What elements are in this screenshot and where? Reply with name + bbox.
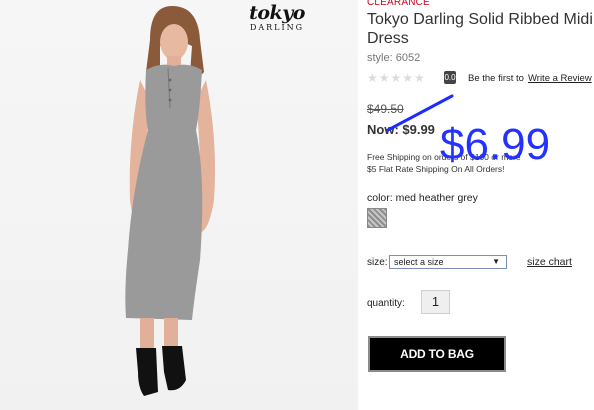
product-title: Tokyo Darling Solid Ribbed Midi Dress <box>367 11 593 47</box>
size-label: size: <box>367 257 388 268</box>
chevron-down-icon: ▼ <box>492 257 500 266</box>
rating-prompt: Be the first to Write a Review <box>468 73 592 84</box>
now-price: Now: $9.99 <box>367 122 435 137</box>
add-to-bag-button[interactable]: ADD TO BAG <box>368 336 506 372</box>
original-price: $49.50 <box>367 102 404 116</box>
write-review-link[interactable]: Write a Review <box>528 73 592 84</box>
color-label: color: med heather grey <box>367 192 478 204</box>
style-number: style: 6052 <box>367 52 421 64</box>
color-swatch-med-heather-grey[interactable] <box>367 208 387 228</box>
rating-prompt-text: Be the first to <box>468 73 524 84</box>
clearance-badge: CLEARANCE <box>367 0 430 8</box>
size-select-value: select a size <box>394 257 444 267</box>
quantity-input[interactable]: 1 <box>421 290 450 314</box>
rating-stars: ★★★★★ <box>367 71 426 85</box>
brand-logo-line1: tokyo <box>249 2 305 24</box>
quantity-label: quantity: <box>367 298 405 309</box>
size-select[interactable]: select a size ▼ <box>389 255 507 269</box>
product-image[interactable]: tokyo DARLING <box>0 0 358 410</box>
brand-logo-line2: DARLING <box>249 23 305 32</box>
brand-logo: tokyo DARLING <box>249 4 305 32</box>
model-illustration <box>125 6 215 396</box>
sale-price-annotation: $6.99 <box>440 120 551 169</box>
size-chart-link[interactable]: size chart <box>527 256 572 268</box>
rating-score-badge: 0.0 <box>444 71 456 84</box>
